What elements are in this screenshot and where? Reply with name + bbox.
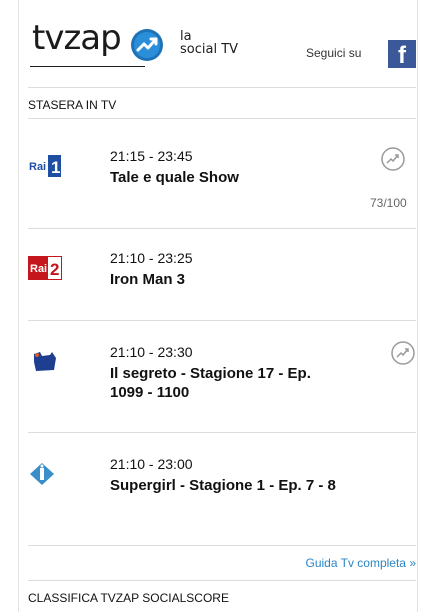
program-title[interactable]: Tale e quale Show <box>110 168 340 187</box>
svg-text:Rai: Rai <box>29 161 46 173</box>
canale5-logo <box>34 352 56 371</box>
divider <box>28 432 416 433</box>
header: tvzap la social TV Seguici su f <box>28 18 418 76</box>
program-time: 21:10 - 23:25 <box>110 250 193 266</box>
program-item[interactable]: 21:10 - 23:00 Supergirl - Stagione 1 - E… <box>28 456 418 546</box>
svg-text:1: 1 <box>51 158 60 177</box>
logo-tagline: la social TV <box>180 30 238 56</box>
program-title[interactable]: Il segreto - Stagione 17 - Ep. 1099 - 11… <box>110 364 340 402</box>
program-item[interactable]: Rai 1 21:15 - 23:45 Tale e quale Show 73… <box>28 146 418 238</box>
trend-circle-icon <box>131 29 163 61</box>
full-guide-link[interactable]: Guida Tv completa » <box>305 556 416 570</box>
trend-icon[interactable] <box>390 340 416 366</box>
divider <box>28 87 416 88</box>
program-time: 21:15 - 23:45 <box>110 148 193 164</box>
program-item[interactable]: Rai 2 21:10 - 23:25 Iron Man 3 <box>28 250 418 340</box>
rai2-logo: Rai 2 <box>28 256 62 280</box>
divider <box>28 228 416 229</box>
divider <box>28 580 416 581</box>
divider <box>28 320 416 321</box>
program-title[interactable]: Supergirl - Stagione 1 - Ep. 7 - 8 <box>110 476 340 495</box>
program-title[interactable]: Iron Man 3 <box>110 270 340 289</box>
facebook-icon[interactable]: f <box>388 40 416 69</box>
tonight-section-title: STASERA IN TV <box>28 98 117 112</box>
rai1-logo: Rai 1 <box>28 154 62 178</box>
divider <box>28 118 416 119</box>
program-time: 21:10 - 23:00 <box>110 456 193 472</box>
program-item[interactable]: 21:10 - 23:30 Il segreto - Stagione 17 -… <box>28 341 418 434</box>
program-time: 21:10 - 23:30 <box>110 344 193 360</box>
svg-text:Rai: Rai <box>30 263 47 275</box>
tvzap-logo[interactable]: tvzap <box>32 18 122 58</box>
logo-underline <box>30 66 145 67</box>
follow-label: Seguici su <box>306 46 362 60</box>
italia1-logo <box>30 463 54 485</box>
tagline-line2: social TV <box>180 42 239 57</box>
divider <box>28 545 416 546</box>
svg-text:2: 2 <box>50 260 59 279</box>
trend-icon[interactable] <box>380 146 406 172</box>
ranking-section-title: CLASSIFICA TVZAP SOCIALSCORE <box>28 591 229 605</box>
social-score: 73/100 <box>370 196 407 210</box>
